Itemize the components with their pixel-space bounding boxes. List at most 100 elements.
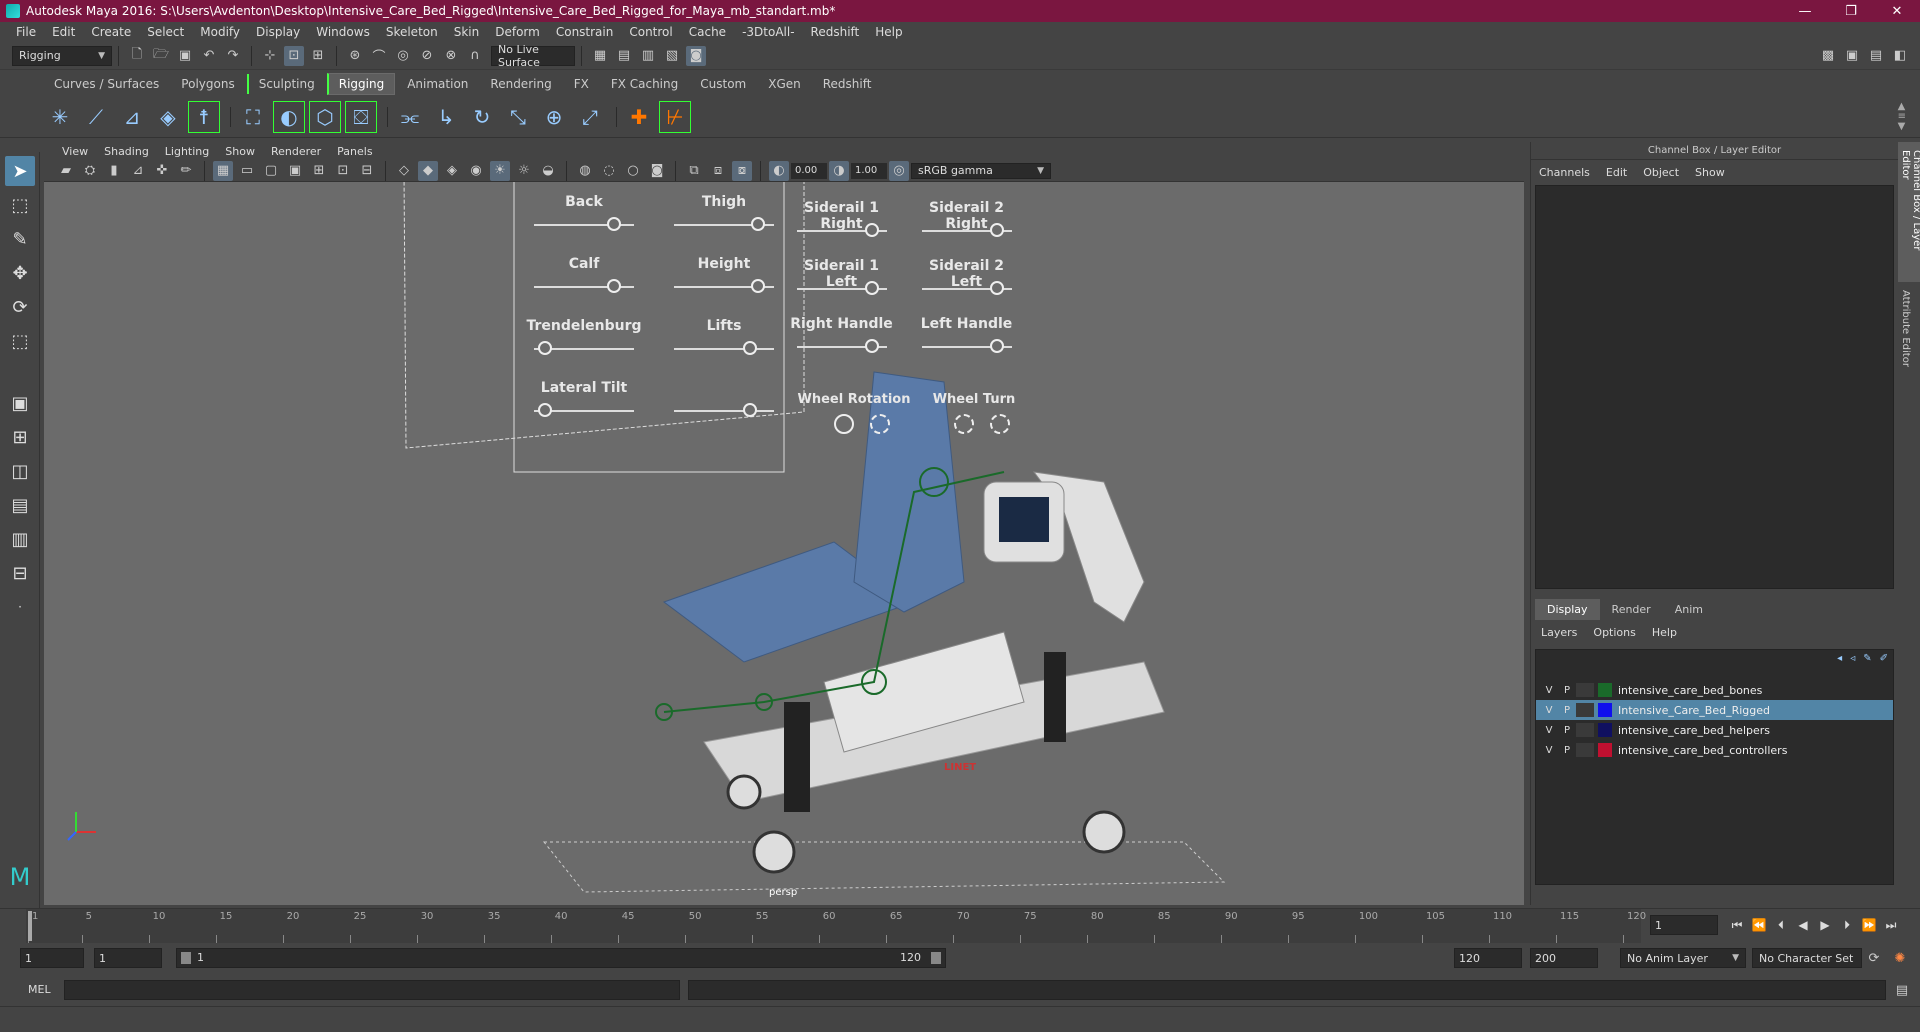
shelf-tab-custom[interactable]: Custom	[690, 74, 756, 94]
use-lights-icon[interactable]: ☀	[490, 160, 510, 181]
snap-curve-icon[interactable]: ⌒	[369, 46, 389, 66]
safe-action-icon[interactable]: ⊡	[333, 161, 353, 181]
bed-slider-knob[interactable]	[864, 223, 879, 237]
grease-pencil-icon[interactable]: ✏	[176, 161, 196, 181]
color-management-icon[interactable]: ◎	[889, 160, 909, 181]
single-view-layout-icon[interactable]: ▣	[5, 388, 35, 418]
playback-end-field[interactable]: 120	[1454, 948, 1522, 968]
channel-box-menu-edit[interactable]: Edit	[1606, 166, 1635, 179]
redo-icon[interactable]: ↷	[223, 46, 243, 66]
wheel-rotation-control-icon[interactable]	[834, 414, 854, 434]
menu-3dtoall[interactable]: -3DtoAll-	[734, 25, 802, 39]
bed-slider-knob[interactable]	[989, 223, 1004, 237]
layer-row[interactable]: V P Intensive_Care_Bed_Rigged	[1536, 700, 1893, 720]
save-scene-icon[interactable]: ▣	[175, 46, 195, 66]
menu-redshift[interactable]: Redshift	[803, 25, 868, 39]
toggle-panel-icon[interactable]: ▤	[1866, 46, 1886, 66]
menu-edit[interactable]: Edit	[44, 25, 83, 39]
anti-alias-icon[interactable]: ◌	[599, 161, 619, 181]
step-forward-key-icon[interactable]: ⏩	[1858, 918, 1880, 932]
animation-end-field[interactable]: 200	[1530, 948, 1598, 968]
snap-point-icon[interactable]: ◎	[393, 46, 413, 66]
locator-icon[interactable]: ✚	[623, 101, 655, 133]
layer-menu-help[interactable]: Help	[1652, 626, 1677, 639]
new-scene-icon[interactable]: 🗋	[127, 46, 147, 66]
menu-skin[interactable]: Skin	[446, 25, 488, 39]
aim-constraint-icon[interactable]: ↳	[430, 101, 462, 133]
xray-icon[interactable]: ⧉	[684, 161, 704, 181]
paint-select-icon[interactable]: ✎	[5, 224, 35, 254]
wireframe-on-shaded-icon[interactable]: ◈	[442, 161, 462, 181]
textured-icon[interactable]: ◉	[466, 161, 486, 181]
lattice-icon[interactable]: ⬡	[309, 100, 341, 133]
color-space-dropdown[interactable]: sRGB gamma ▼	[911, 162, 1051, 179]
menu-windows[interactable]: Windows	[308, 25, 378, 39]
select-tool-icon[interactable]: ➤	[5, 156, 35, 186]
wheel-rotation-control-icon[interactable]	[870, 414, 890, 434]
layer-visibility-toggle[interactable]: V	[1540, 745, 1558, 756]
isolate-select-icon[interactable]: ◙	[647, 161, 667, 181]
shelf-tab-fx-caching[interactable]: FX Caching	[601, 74, 688, 94]
render-settings-icon[interactable]: ▦	[590, 46, 610, 66]
render-view-icon[interactable]: ▧	[662, 46, 682, 66]
ambient-occlusion-icon[interactable]: ◒	[538, 161, 558, 181]
bookmark-icon[interactable]: ▮	[104, 161, 124, 181]
command-language-label[interactable]: MEL	[28, 983, 51, 996]
range-end-handle[interactable]	[931, 952, 941, 964]
go-to-end-icon[interactable]: ⏭	[1880, 918, 1902, 933]
animation-start-field[interactable]: 1	[20, 948, 84, 968]
layer-playback-toggle[interactable]: P	[1558, 705, 1576, 716]
shelf-tab-polygons[interactable]: Polygons	[171, 74, 244, 94]
shelf-tab-sculpting[interactable]: Sculpting	[246, 74, 325, 94]
anim-layer-dropdown[interactable]: No Anim Layer ▼	[1620, 948, 1746, 968]
exposure-field[interactable]: 0.00	[791, 162, 827, 179]
xray-active-icon[interactable]: ⧇	[732, 160, 752, 181]
viewport-menu-view[interactable]: View	[54, 145, 96, 158]
menu-create[interactable]: Create	[83, 25, 139, 39]
camera-attr-icon[interactable]: ⛭	[80, 161, 100, 181]
layer-visibility-toggle[interactable]: V	[1540, 685, 1558, 696]
layer-playback-toggle[interactable]: P	[1558, 725, 1576, 736]
script-editor-icon[interactable]: ▤	[1892, 980, 1912, 1000]
point-constraint-icon[interactable]: ⫘	[394, 101, 426, 133]
live-surface-field[interactable]: No Live Surface	[491, 43, 575, 69]
channel-box-area[interactable]	[1535, 185, 1894, 589]
wireframe-icon[interactable]: ◇	[394, 161, 414, 181]
viewport-menu-renderer[interactable]: Renderer	[263, 145, 329, 158]
bed-slider-knob[interactable]	[989, 281, 1004, 295]
time-slider[interactable]: 1 5 10 15 20 25 30 35 40 45 50 55 60 65 70 75 80 85 90 95 10…	[0, 908, 1920, 943]
gate-mask-icon[interactable]: ▣	[285, 161, 305, 181]
shadows-icon[interactable]: ☼	[514, 161, 534, 181]
bed-slider-knob[interactable]	[607, 217, 622, 231]
shelf-tab-fx[interactable]: FX	[564, 74, 599, 94]
range-bar[interactable]: 1 120	[176, 948, 946, 968]
shelf-tab-rigging[interactable]: Rigging	[326, 73, 396, 95]
character-set-dropdown[interactable]: No Character Set	[1752, 948, 1862, 968]
bed-slider-track[interactable]	[674, 403, 774, 417]
exposure-icon[interactable]: ◐	[769, 160, 789, 181]
close-button[interactable]: ✕	[1874, 4, 1920, 19]
parent-constraint-icon[interactable]: ⊕	[538, 101, 570, 133]
bed-slider-knob[interactable]	[864, 281, 879, 295]
pole-vector-icon[interactable]: ⤢	[574, 101, 606, 133]
viewport-menu-lighting[interactable]: Lighting	[157, 145, 217, 158]
shelf-tab-curves-surfaces[interactable]: Curves / Surfaces	[44, 74, 169, 94]
menu-control[interactable]: Control	[621, 25, 680, 39]
bed-slider-track[interactable]	[674, 217, 774, 231]
tab-channel-box[interactable]: Channel Box / Layer Editor	[1898, 142, 1920, 282]
bed-slider-track[interactable]	[534, 217, 634, 231]
bed-slider-knob[interactable]	[607, 279, 622, 293]
channel-box-menu-channels[interactable]: Channels	[1539, 166, 1598, 179]
current-frame-field[interactable]: 1	[1650, 915, 1718, 935]
layer-tab-render[interactable]: Render	[1600, 599, 1663, 620]
bed-slider-track[interactable]	[534, 279, 634, 293]
range-start-handle[interactable]	[181, 952, 191, 964]
sidebar-toggle-icon[interactable]: ◧	[1890, 46, 1910, 66]
play-backwards-icon[interactable]: ◀	[1792, 918, 1814, 932]
mirror-joint-icon[interactable]: ☨	[188, 100, 220, 133]
move-layer-up-icon[interactable]: ◂	[1837, 653, 1842, 664]
open-scene-icon[interactable]: 🗁	[151, 46, 171, 66]
layer-menu-options[interactable]: Options	[1593, 626, 1635, 639]
layer-visibility-toggle[interactable]: V	[1540, 725, 1558, 736]
scale-constraint-icon[interactable]: ⤡	[502, 101, 534, 133]
